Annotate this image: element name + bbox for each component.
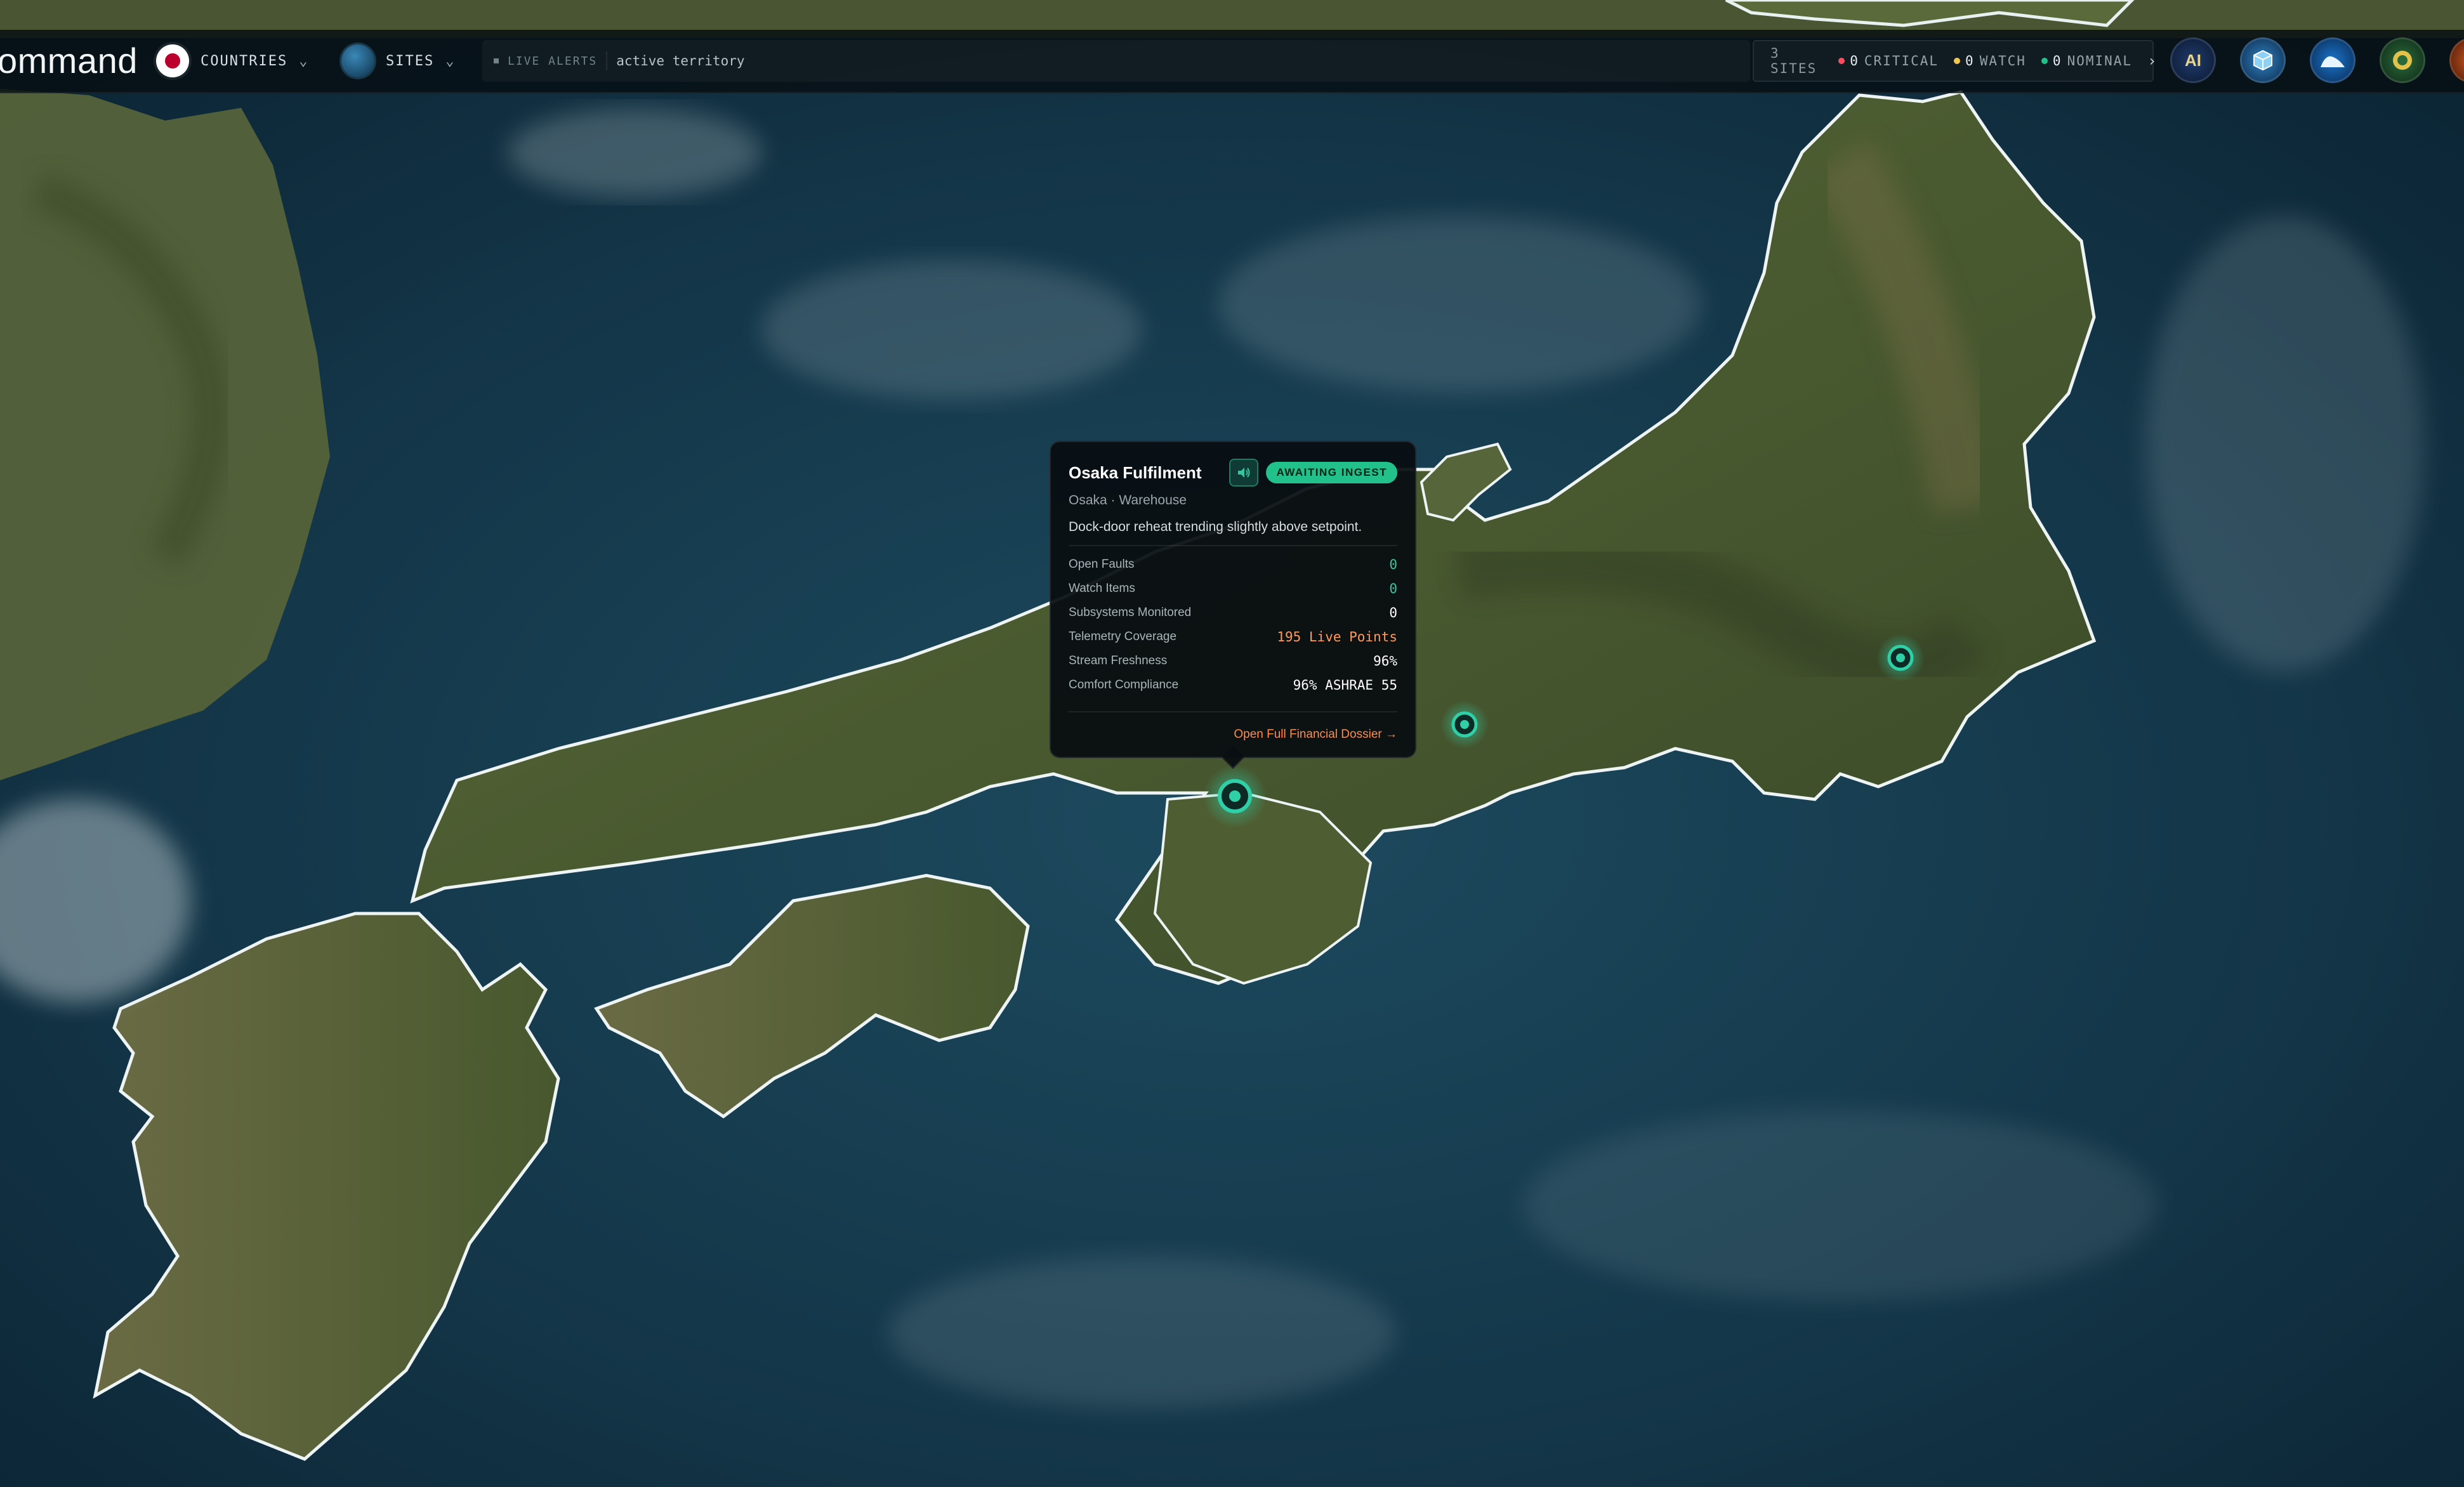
cloud-patch bbox=[2145, 216, 2424, 672]
metric-row: Open Faults 0 bbox=[1069, 553, 1397, 577]
critical-status: 0 CRITICAL bbox=[1838, 53, 1939, 69]
critical-label: CRITICAL bbox=[1864, 53, 1939, 69]
metric-value: 96% bbox=[1373, 653, 1397, 669]
cloud-patch bbox=[761, 260, 1142, 400]
site-name: Osaka Fulfilment bbox=[1069, 462, 1202, 482]
app-dock: AI bbox=[2170, 37, 2464, 83]
nominal-label: NOMINAL bbox=[2067, 53, 2133, 69]
open-dossier-link[interactable]: Open Full Financial Dossier → bbox=[1234, 728, 1397, 742]
cube-app-icon[interactable] bbox=[2240, 37, 2286, 83]
metric-label: Open Faults bbox=[1069, 558, 1135, 571]
critical-count: 0 bbox=[1850, 53, 1859, 69]
cloud-patch bbox=[1218, 216, 1701, 393]
metric-row: Telemetry Coverage 195 Live Points bbox=[1069, 625, 1397, 649]
site-tooltip-card: Osaka Fulfilment AWAITING INGEST Osaka ·… bbox=[1050, 441, 1416, 758]
chevron-down-icon: ⌄ bbox=[445, 53, 456, 69]
tokyo-site-marker[interactable] bbox=[1876, 634, 1925, 682]
metric-row: Stream Freshness 96% bbox=[1069, 649, 1397, 673]
watch-count: 0 bbox=[1965, 53, 1975, 69]
osaka-site-marker[interactable] bbox=[1203, 764, 1267, 828]
metric-row: Subsystems Monitored 0 bbox=[1069, 601, 1397, 625]
watch-dot-icon bbox=[1954, 58, 1961, 64]
countries-label: COUNTRIES bbox=[201, 53, 288, 69]
ai-app-icon[interactable]: AI bbox=[2170, 37, 2216, 83]
watch-label: WATCH bbox=[1979, 53, 2026, 69]
sites-label: SITES bbox=[386, 53, 435, 69]
metric-value: 96% ASHRAE 55 bbox=[1293, 678, 1397, 693]
chevron-right-icon: › bbox=[2147, 52, 2157, 70]
nominal-count: 0 bbox=[2052, 53, 2062, 69]
tooltip-header: Osaka Fulfilment AWAITING INGEST bbox=[1069, 459, 1397, 487]
chevron-down-icon: ⌄ bbox=[299, 53, 309, 69]
divider bbox=[606, 51, 608, 70]
flame-app-icon[interactable] bbox=[2449, 37, 2464, 83]
app-title: ommand bbox=[0, 41, 138, 81]
site-location: Osaka · Warehouse bbox=[1069, 493, 1187, 508]
speaker-icon[interactable] bbox=[1229, 459, 1259, 487]
crest-app-icon[interactable] bbox=[2380, 37, 2425, 83]
nominal-dot-icon bbox=[2041, 58, 2048, 64]
live-alerts-bar[interactable]: LIVE ALERTS active territory bbox=[482, 40, 1750, 82]
watch-status: 0 WATCH bbox=[1954, 53, 2026, 69]
cloud-patch bbox=[888, 1256, 1396, 1408]
site-status-summary[interactable]: 3 SITES 0 CRITICAL 0 WATCH 0 NOMINAL › bbox=[1753, 40, 2157, 82]
metric-label: Watch Items bbox=[1069, 582, 1135, 595]
wave-app-icon[interactable] bbox=[2310, 37, 2355, 83]
nagoya-site-marker[interactable] bbox=[1440, 700, 1489, 749]
live-alerts-value: active territory bbox=[616, 53, 745, 69]
metric-row: Watch Items 0 bbox=[1069, 577, 1397, 601]
cloud-patch bbox=[1523, 1110, 2158, 1300]
japan-flag-icon bbox=[156, 44, 189, 77]
sites-dropdown[interactable]: SITES ⌄ bbox=[341, 40, 455, 82]
metric-value: 0 bbox=[1389, 605, 1397, 620]
metric-value: 0 bbox=[1389, 557, 1397, 572]
metric-label: Subsystems Monitored bbox=[1069, 606, 1192, 619]
metric-label: Comfort Compliance bbox=[1069, 678, 1179, 691]
divider bbox=[1069, 711, 1397, 712]
live-alerts-label: LIVE ALERTS bbox=[508, 54, 598, 68]
status-badge: AWAITING INGEST bbox=[1266, 462, 1397, 483]
metric-label: Stream Freshness bbox=[1069, 654, 1168, 667]
metric-row: Comfort Compliance 96% ASHRAE 55 bbox=[1069, 673, 1397, 697]
metric-label: Telemetry Coverage bbox=[1069, 630, 1177, 643]
divider bbox=[1069, 545, 1397, 546]
countries-dropdown[interactable]: COUNTRIES ⌄ bbox=[156, 40, 308, 82]
nominal-status: 0 NOMINAL bbox=[2041, 53, 2132, 69]
cloud-patch bbox=[508, 108, 761, 197]
globe-icon bbox=[341, 44, 374, 77]
ai-icon-label: AI bbox=[2185, 50, 2201, 70]
live-dot-icon bbox=[494, 58, 499, 63]
top-bar: ommand COUNTRIES ⌄ SITES ⌄ LIVE ALERTS a… bbox=[0, 30, 2464, 93]
critical-dot-icon bbox=[1838, 58, 1845, 64]
sites-count: 3 SITES bbox=[1770, 46, 1817, 76]
metric-value: 0 bbox=[1389, 581, 1397, 596]
site-description: Dock-door reheat trending slightly above… bbox=[1069, 520, 1362, 534]
metric-value: 195 Live Points bbox=[1277, 629, 1397, 645]
